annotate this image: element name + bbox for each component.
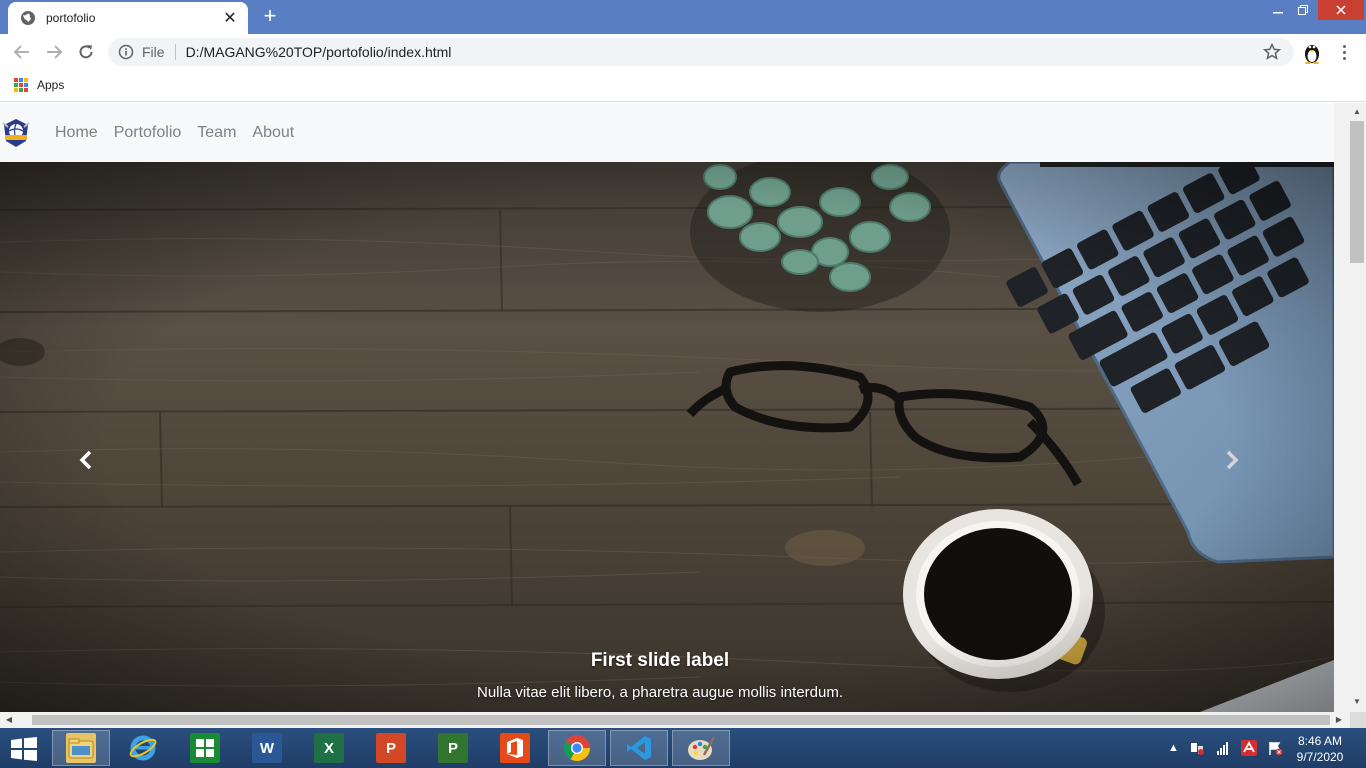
system-tray: ▲ bbox=[1168, 740, 1283, 756]
forward-arrow-icon bbox=[47, 45, 63, 59]
browser-toolbar: File D:/MAGANG%20TOP/portofolio/index.ht… bbox=[0, 34, 1366, 70]
web-page: Home Portofolio Team About First slide l… bbox=[0, 103, 1334, 712]
apps-grid-icon bbox=[14, 78, 28, 92]
taskbar-chrome[interactable] bbox=[548, 730, 606, 766]
taskbar-file-explorer[interactable] bbox=[52, 730, 110, 766]
windows-start-icon[interactable] bbox=[10, 737, 38, 761]
bookmark-star-icon[interactable] bbox=[1262, 42, 1282, 62]
taskbar-excel[interactable]: X bbox=[300, 730, 358, 766]
restore-button[interactable] bbox=[1290, 0, 1316, 20]
globe-icon bbox=[21, 11, 35, 25]
taskbar-paint[interactable] bbox=[672, 730, 730, 766]
scheme-label: File bbox=[142, 44, 176, 60]
reload-button[interactable] bbox=[74, 40, 98, 64]
scroll-left-icon[interactable]: ◀ bbox=[4, 715, 14, 725]
close-icon bbox=[1336, 5, 1346, 15]
chrome-icon bbox=[562, 733, 592, 763]
taskbar-vscode[interactable] bbox=[610, 730, 668, 766]
paint-icon bbox=[686, 733, 716, 763]
back-button[interactable] bbox=[10, 40, 34, 64]
taskbar-project[interactable]: P bbox=[424, 730, 482, 766]
volleyball-logo[interactable] bbox=[0, 117, 32, 149]
taskbar-office[interactable] bbox=[486, 730, 544, 766]
vertical-scroll-thumb[interactable] bbox=[1350, 121, 1364, 263]
word-icon: W bbox=[252, 733, 282, 763]
clock-time: 8:46 AM bbox=[1297, 734, 1343, 748]
store-icon bbox=[190, 733, 220, 763]
nav-link-about[interactable]: About bbox=[252, 124, 294, 142]
reload-icon bbox=[79, 45, 93, 59]
restore-icon bbox=[1298, 5, 1308, 15]
apps-label: Apps bbox=[37, 78, 65, 92]
scroll-right-icon[interactable]: ▶ bbox=[1334, 715, 1344, 725]
minimize-icon bbox=[1273, 12, 1283, 14]
url-text[interactable]: D:/MAGANG%20TOP/portofolio/index.html bbox=[186, 44, 1262, 60]
back-arrow-icon bbox=[13, 45, 29, 59]
info-icon[interactable] bbox=[118, 44, 134, 60]
carousel-caption: First slide label Nulla vitae elit liber… bbox=[0, 650, 1320, 701]
browser-tab[interactable]: portofolio ✕ bbox=[8, 2, 248, 34]
vscode-icon bbox=[624, 733, 654, 763]
scroll-down-icon[interactable]: ▼ bbox=[1352, 697, 1362, 707]
close-window-button[interactable] bbox=[1318, 0, 1364, 20]
close-tab-icon[interactable]: ✕ bbox=[222, 8, 238, 28]
taskbar-internet-explorer[interactable] bbox=[114, 730, 172, 766]
apps-shortcut[interactable]: Apps bbox=[14, 78, 64, 92]
horizontal-scroll-thumb[interactable] bbox=[32, 715, 1330, 725]
hero-carousel: First slide label Nulla vitae elit liber… bbox=[0, 162, 1334, 712]
penguin-extension-icon[interactable] bbox=[1302, 40, 1322, 64]
scroll-up-icon[interactable]: ▲ bbox=[1352, 107, 1362, 117]
show-hidden-icons-icon[interactable]: ▲ bbox=[1168, 742, 1179, 754]
desk-photo bbox=[0, 162, 1334, 712]
taskbar-powerpoint[interactable]: P bbox=[362, 730, 420, 766]
antivirus-icon[interactable] bbox=[1240, 740, 1257, 756]
horizontal-scrollbar[interactable]: ◀ ▶ bbox=[0, 712, 1350, 728]
minimize-button[interactable] bbox=[1266, 0, 1290, 20]
carousel-prev-icon[interactable] bbox=[76, 448, 96, 472]
taskbar-store[interactable] bbox=[176, 730, 234, 766]
excel-icon: X bbox=[314, 733, 344, 763]
action-center-flag-icon[interactable] bbox=[1267, 740, 1283, 756]
nav-link-team[interactable]: Team bbox=[197, 124, 236, 142]
taskbar: W X P P ▲ 8:46 AM 9/7/2020 bbox=[0, 728, 1366, 768]
taskbar-word[interactable]: W bbox=[238, 730, 296, 766]
browser-menu-icon[interactable] bbox=[1336, 40, 1352, 64]
vertical-scrollbar[interactable]: ▲ ▼ bbox=[1334, 103, 1366, 712]
address-bar[interactable]: File D:/MAGANG%20TOP/portofolio/index.ht… bbox=[108, 38, 1294, 66]
tab-title: portofolio bbox=[46, 11, 96, 25]
navbar: Home Portofolio Team About bbox=[0, 103, 1334, 162]
office-icon bbox=[500, 733, 530, 763]
folder-icon bbox=[66, 733, 96, 763]
caption-title: First slide label bbox=[590, 650, 730, 671]
carousel-next-icon[interactable] bbox=[1222, 448, 1242, 472]
scroll-corner bbox=[1350, 712, 1366, 728]
new-tab-button[interactable]: + bbox=[258, 5, 282, 29]
bookmarks-bar: Apps bbox=[0, 70, 1366, 102]
nav-link-portofolio[interactable]: Portofolio bbox=[114, 124, 182, 142]
nav-link-home[interactable]: Home bbox=[55, 124, 98, 142]
taskbar-clock[interactable]: 8:46 AM 9/7/2020 bbox=[1284, 733, 1356, 765]
tab-strip: portofolio ✕ + bbox=[0, 0, 1366, 34]
caption-text: Nulla vitae elit libero, a pharetra augu… bbox=[476, 684, 844, 701]
forward-button[interactable] bbox=[42, 40, 66, 64]
clock-date: 9/7/2020 bbox=[1296, 750, 1344, 764]
project-icon: P bbox=[438, 733, 468, 763]
internet-explorer-icon bbox=[128, 733, 158, 763]
signal-icon[interactable] bbox=[1215, 740, 1231, 756]
powerpoint-icon: P bbox=[376, 733, 406, 763]
network-device-icon[interactable] bbox=[1189, 740, 1205, 756]
